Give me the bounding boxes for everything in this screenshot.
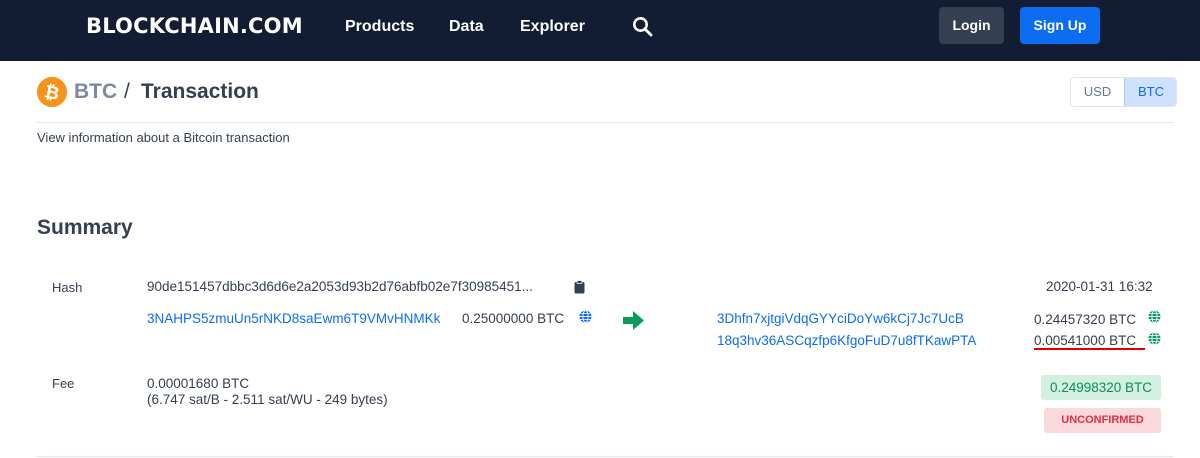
output-address-link[interactable]: 3Dhfn7xjtgiVdqGYYciDoYw6kCj7Jc7UcB — [717, 311, 964, 326]
hash-label: Hash — [52, 280, 83, 295]
total-amount-badge: 0.24998320 BTC — [1041, 375, 1161, 400]
currency-toggle: USD BTC — [1070, 77, 1177, 107]
input-address-link[interactable]: 3NAHPS5zmuUn5rNKD8saEwm6T9VMvHNMKk — [147, 311, 440, 326]
transaction-timestamp: 2020-01-31 16:32 — [1046, 279, 1153, 294]
transaction-hash: 90de151457dbbc3d6d6e2a2053d93b2d76abfb02… — [147, 279, 533, 294]
globe-icon[interactable] — [1148, 310, 1161, 323]
breadcrumb-separator: / — [124, 80, 130, 103]
output-address-link[interactable]: 18q3hv36ASCqzfp6KfgoFuD7u8fTKawPTA — [717, 333, 976, 348]
clipboard-icon[interactable] — [574, 280, 585, 294]
summary-divider — [37, 456, 1174, 457]
bitcoin-icon: ₿ — [37, 77, 67, 107]
svg-text:₿: ₿ — [42, 81, 61, 105]
page-subtitle: View information about a Bitcoin transac… — [37, 130, 290, 145]
nav-data[interactable]: Data — [449, 18, 484, 36]
arrow-right-icon — [623, 311, 644, 330]
page-title: Transaction — [141, 80, 259, 103]
nav-explorer[interactable]: Explorer — [520, 18, 585, 36]
globe-icon[interactable] — [579, 310, 592, 323]
search-icon[interactable] — [632, 16, 654, 38]
header-divider — [37, 122, 1174, 123]
breadcrumb-coin[interactable]: BTC — [74, 80, 117, 104]
fee-amount: 0.00001680 BTC — [147, 376, 250, 391]
output-amount: 0.00541000 BTC — [1034, 333, 1137, 348]
globe-icon[interactable] — [1148, 332, 1161, 345]
login-button[interactable]: Login — [939, 7, 1004, 44]
output-amount: 0.24457320 BTC — [1034, 312, 1137, 327]
fee-detail: (6.747 sat/B - 2.511 sat/WU - 249 bytes) — [147, 392, 388, 407]
status-badge: UNCONFIRMED — [1044, 408, 1161, 433]
highlight-underline — [1034, 348, 1145, 350]
top-navbar: BLOCKCHAIN.COM Products Data Explorer Lo… — [0, 0, 1200, 61]
currency-usd-option[interactable]: USD — [1071, 78, 1124, 106]
input-amount: 0.25000000 BTC — [462, 311, 565, 326]
fee-label: Fee — [52, 376, 75, 391]
currency-btc-option[interactable]: BTC — [1124, 78, 1176, 106]
signup-button[interactable]: Sign Up — [1020, 7, 1100, 44]
summary-heading: Summary — [37, 216, 133, 239]
blockchain-logo[interactable]: BLOCKCHAIN.COM — [86, 14, 303, 38]
nav-products[interactable]: Products — [345, 18, 414, 36]
